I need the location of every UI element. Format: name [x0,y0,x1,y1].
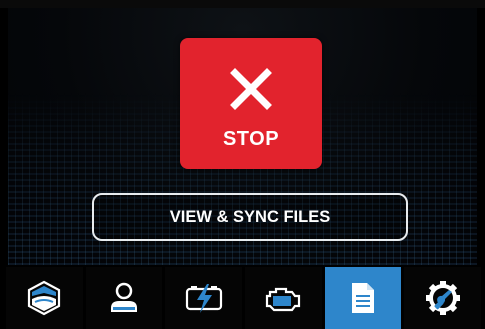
boat-hull-icon [28,280,61,316]
nav-item-files[interactable] [324,267,402,329]
gear-wrench-icon [425,281,460,315]
bezel [0,0,485,8]
nav-item-power[interactable] [165,267,243,329]
bottom-navbar [0,267,485,329]
view-sync-files-button[interactable]: VIEW & SYNC FILES [92,193,408,241]
nav-item-engine[interactable] [245,267,322,329]
sync-button-label: VIEW & SYNC FILES [169,207,331,226]
stop-button[interactable]: STOP [180,38,322,169]
engine-icon [266,287,301,312]
device-screen: STOP VIEW & SYNC FILES [0,0,485,329]
battery-bolt-icon [185,284,222,313]
nav-item-home[interactable] [6,267,83,329]
document-icon [352,283,375,313]
nav-item-profile[interactable] [85,267,163,329]
nav-item-settings[interactable] [404,267,482,329]
x-icon [230,68,272,110]
user-icon [111,282,137,312]
stop-label: STOP [222,128,280,150]
main-panel: STOP VIEW & SYNC FILES [8,8,477,265]
